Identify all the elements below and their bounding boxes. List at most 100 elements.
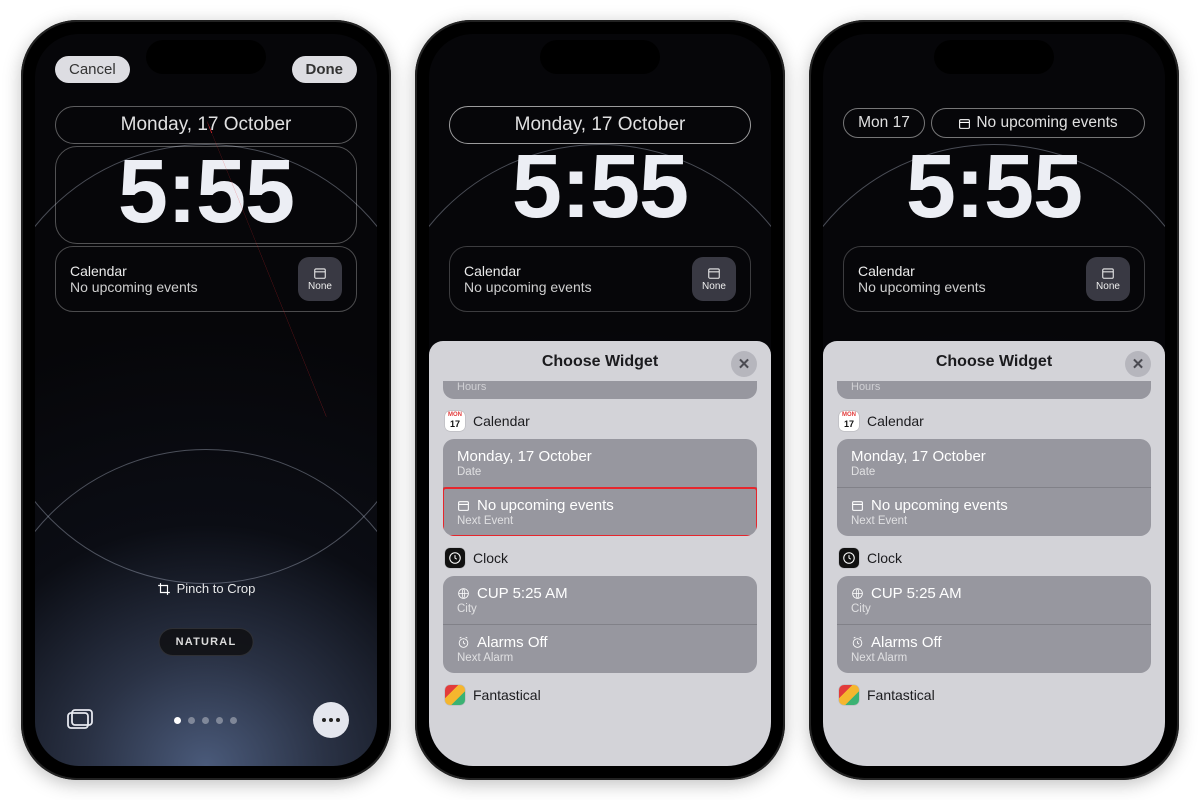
widget-option-city[interactable]: CUP 5:25 AM City [837,576,1151,625]
section-label-text: Calendar [867,413,924,429]
widget-option-subtitle: Next Alarm [851,652,1137,664]
alarm-icon [457,636,470,649]
phone-3-result: Mon 17 No upcoming events 5:55 Calendar … [809,20,1179,780]
page-dot [188,717,195,724]
section-label-text: Clock [867,550,902,566]
widget-option-next-event[interactable]: No upcoming events Next Event [443,488,757,536]
calendar-icon [313,266,327,280]
fantastical-app-icon [839,685,859,705]
clock-widget-slot[interactable]: 5:55 [55,146,357,244]
globe-icon [457,587,470,600]
widget-title: Calendar [464,263,592,279]
widget-subtitle: No upcoming events [464,279,592,295]
lockscreen-with-sheet: Monday, 17 October 5:55 Calendar No upco… [429,34,771,766]
choose-widget-sheet: Choose Widget ✕ Hours MON17 Calendar Mon… [429,341,771,766]
clock-widgets-group: CUP 5:25 AM City Alarms Off Next Alarm [443,576,757,673]
page-dot [174,717,181,724]
prev-section-peek: Hours [443,381,757,399]
section-clock: Clock [839,548,1149,568]
sheet-title: Choose Widget ✕ [429,341,771,381]
widget-option-next-event[interactable]: No upcoming events Next Event [837,488,1151,536]
widget-option-date[interactable]: Monday, 17 October Date [837,439,1151,488]
widget-style-none: None [1086,257,1130,301]
close-button[interactable]: ✕ [1125,351,1151,377]
sheet-body[interactable]: Hours MON17 Calendar Monday, 17 October … [823,381,1165,766]
section-calendar: MON17 Calendar [445,411,755,431]
widget-option-next-alarm[interactable]: Alarms Off Next Alarm [443,625,757,673]
section-clock: Clock [445,548,755,568]
lockscreen-editor: Cancel Done Monday, 17 October 5:55 Cale… [35,34,377,766]
date-widget-slot[interactable]: Monday, 17 October [55,106,357,144]
widget-subtitle: No upcoming events [858,279,986,295]
crop-icon [157,582,171,596]
widget-option-title: Monday, 17 October [457,448,743,465]
widget-style-none: None [692,257,736,301]
calendar-widgets-group: Monday, 17 October Date No upcoming even… [837,439,1151,536]
below-clock-widget-slot: Calendar No upcoming events None [843,246,1145,312]
clock-widgets-group: CUP 5:25 AM City Alarms Off Next Alarm [837,576,1151,673]
section-label-text: Fantastical [473,687,541,703]
widget-option-subtitle: Date [457,466,743,478]
calendar-app-icon: MON17 [445,411,465,431]
cancel-button[interactable]: Cancel [55,56,130,83]
page-dot [230,717,237,724]
clock-app-icon [445,548,465,568]
alarm-icon [851,636,864,649]
widget-option-date[interactable]: Monday, 17 October Date [443,439,757,488]
fantastical-app-icon [445,685,465,705]
close-button[interactable]: ✕ [731,351,757,377]
widget-option-subtitle: Next Event [457,515,743,527]
below-clock-widget-slot[interactable]: Calendar No upcoming events None [55,246,357,312]
none-label: None [1096,281,1120,292]
more-button[interactable] [313,702,349,738]
calendar-icon [707,266,721,280]
widget-option-subtitle: Next Event [851,515,1137,527]
hint-label: Pinch to Crop [177,581,256,596]
lockscreen-with-sheet: Mon 17 No upcoming events 5:55 Calendar … [823,34,1165,766]
color-filter-pill[interactable]: NATURAL [159,628,254,656]
section-label-text: Fantastical [867,687,935,703]
phone-1-editor: Cancel Done Monday, 17 October 5:55 Cale… [21,20,391,780]
widget-option-title: Monday, 17 October [851,448,1137,465]
widget-option-next-alarm[interactable]: Alarms Off Next Alarm [837,625,1151,673]
clock-app-icon [839,548,859,568]
phone-2-widget-picker: Monday, 17 October 5:55 Calendar No upco… [415,20,785,780]
clock-display: 5:55 [429,142,771,232]
widget-option-title: Alarms Off [851,634,1137,651]
calendar-widgets-group: Monday, 17 October Date No upcoming even… [443,439,757,536]
editor-bottom-bar [63,702,349,738]
calendar-icon [457,499,470,512]
calendar-icon [958,117,971,130]
section-fantastical: Fantastical [839,685,1149,705]
date-widget-slot-split[interactable]: Mon 17 No upcoming events [843,108,1145,138]
pinch-to-crop-hint: Pinch to Crop [35,581,377,596]
next-event-widget[interactable]: No upcoming events [931,108,1145,138]
section-label-text: Clock [473,550,508,566]
prev-section-peek: Hours [837,381,1151,399]
page-dot [202,717,209,724]
section-fantastical: Fantastical [445,685,755,705]
widget-option-title: CUP 5:25 AM [851,585,1137,602]
widget-option-city[interactable]: CUP 5:25 AM City [443,576,757,625]
section-label-text: Calendar [473,413,530,429]
photo-picker-button[interactable] [63,703,97,737]
none-label: None [702,281,726,292]
sheet-body[interactable]: Hours MON17 Calendar Monday, 17 October … [429,381,771,766]
sheet-title: Choose Widget ✕ [823,341,1165,381]
done-button[interactable]: Done [292,56,358,83]
calendar-icon [1101,266,1115,280]
calendar-icon [851,499,864,512]
below-clock-widget-slot: Calendar No upcoming events None [449,246,751,312]
choose-widget-sheet: Choose Widget ✕ Hours MON17 Calendar Mon… [823,341,1165,766]
widget-title: Calendar [70,263,198,279]
widget-title: Calendar [858,263,986,279]
page-dots[interactable] [174,717,237,724]
page-dot [216,717,223,724]
globe-icon [851,587,864,600]
widget-style-none[interactable]: None [298,257,342,301]
none-label: None [308,281,332,292]
date-short-widget[interactable]: Mon 17 [843,108,925,138]
widget-option-title: Alarms Off [457,634,743,651]
widget-option-title: No upcoming events [851,497,1137,514]
widget-option-subtitle: City [457,603,743,615]
